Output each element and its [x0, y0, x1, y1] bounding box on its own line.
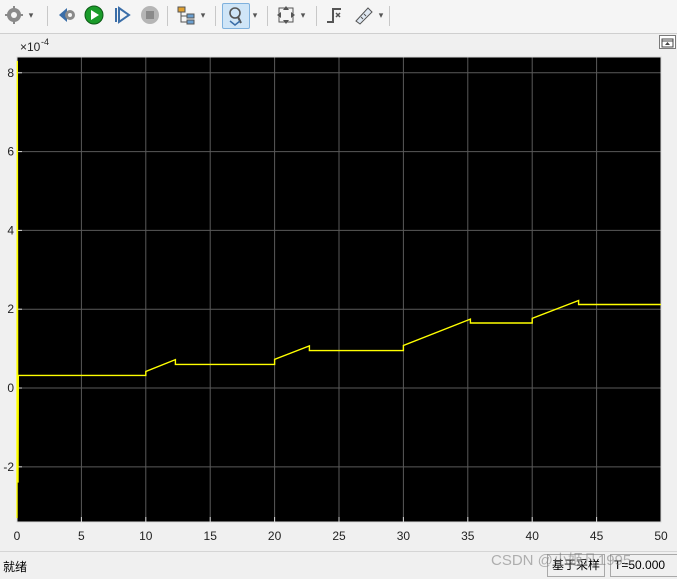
y-tick-label: 0 — [7, 381, 14, 395]
signal-hierarchy-button[interactable] — [175, 4, 197, 26]
dropdown-arrow-icon[interactable]: ▾ — [299, 4, 307, 26]
step-forward-button[interactable] — [111, 4, 133, 26]
toolbar-separator — [267, 6, 268, 26]
zoom-button[interactable] — [222, 3, 250, 29]
y-tick-label: 6 — [7, 145, 14, 159]
y-tick-label: -2 — [3, 460, 14, 474]
x-tick-label: 35 — [461, 529, 475, 543]
y-tick-label: 4 — [7, 223, 14, 237]
stop-icon — [141, 6, 159, 24]
toolbar-separator — [47, 6, 48, 26]
triggers-button[interactable] — [323, 4, 345, 26]
run-icon — [84, 5, 104, 25]
dropdown-arrow-icon[interactable]: ▾ — [251, 4, 259, 26]
step-back-button[interactable] — [55, 4, 77, 26]
settings-button[interactable] — [3, 4, 25, 26]
x-tick-label: 45 — [590, 529, 604, 543]
x-tick-label: 5 — [78, 529, 85, 543]
signal-hierarchy-icon — [177, 6, 195, 25]
autoscale-button[interactable] — [275, 4, 297, 26]
step-forward-icon — [115, 6, 131, 24]
toolbar-separator — [215, 6, 216, 26]
x-tick-label: 20 — [268, 529, 282, 543]
x-tick-label: 30 — [397, 529, 411, 543]
triggers-icon — [327, 8, 341, 23]
exponent-label: ×10 — [20, 40, 41, 54]
y-tick-label: 2 — [7, 302, 14, 316]
scope-toolbar: ▾ ▾ ▾ ▾ ▾ — [0, 0, 677, 34]
plot-panel: 0 5 10 15 20 25 30 35 40 45 50 -2 0 2 4 6 8 ×10 -4 — [0, 34, 677, 548]
undock-icon — [661, 38, 674, 48]
x-tick-label: 10 — [139, 529, 153, 543]
dropdown-arrow-icon[interactable]: ▾ — [27, 4, 35, 26]
x-tick-label: 0 — [14, 529, 21, 543]
watermark-text: CSDN @小姬凡1995 — [491, 552, 632, 569]
run-button[interactable] — [83, 4, 105, 26]
zoom-icon — [229, 7, 242, 26]
cursor-measurements-button[interactable] — [353, 4, 375, 26]
x-tick-label: 25 — [332, 529, 346, 543]
x-tick-label: 50 — [654, 529, 668, 543]
dropdown-arrow-icon[interactable]: ▾ — [199, 4, 207, 26]
x-tick-label: 40 — [526, 529, 540, 543]
toolbar-separator — [167, 6, 168, 26]
y-tick-label: 8 — [7, 66, 14, 80]
toolbar-separator — [389, 6, 390, 26]
undock-button[interactable] — [659, 35, 676, 49]
settings-icon — [5, 6, 23, 24]
stop-button[interactable] — [139, 4, 161, 26]
toolbar-separator — [316, 6, 317, 26]
scope-plot[interactable]: 0 5 10 15 20 25 30 35 40 45 50 -2 0 2 4 6 8 ×10 -4 — [0, 34, 677, 548]
exponent-power: -4 — [41, 37, 49, 47]
dropdown-arrow-icon[interactable]: ▾ — [377, 4, 385, 26]
cursor-measurements-icon — [355, 7, 373, 25]
step-back-icon — [59, 8, 75, 22]
autoscale-icon — [277, 6, 295, 24]
x-tick-label: 15 — [204, 529, 218, 543]
status-ready-text: 就绪 — [3, 560, 28, 574]
